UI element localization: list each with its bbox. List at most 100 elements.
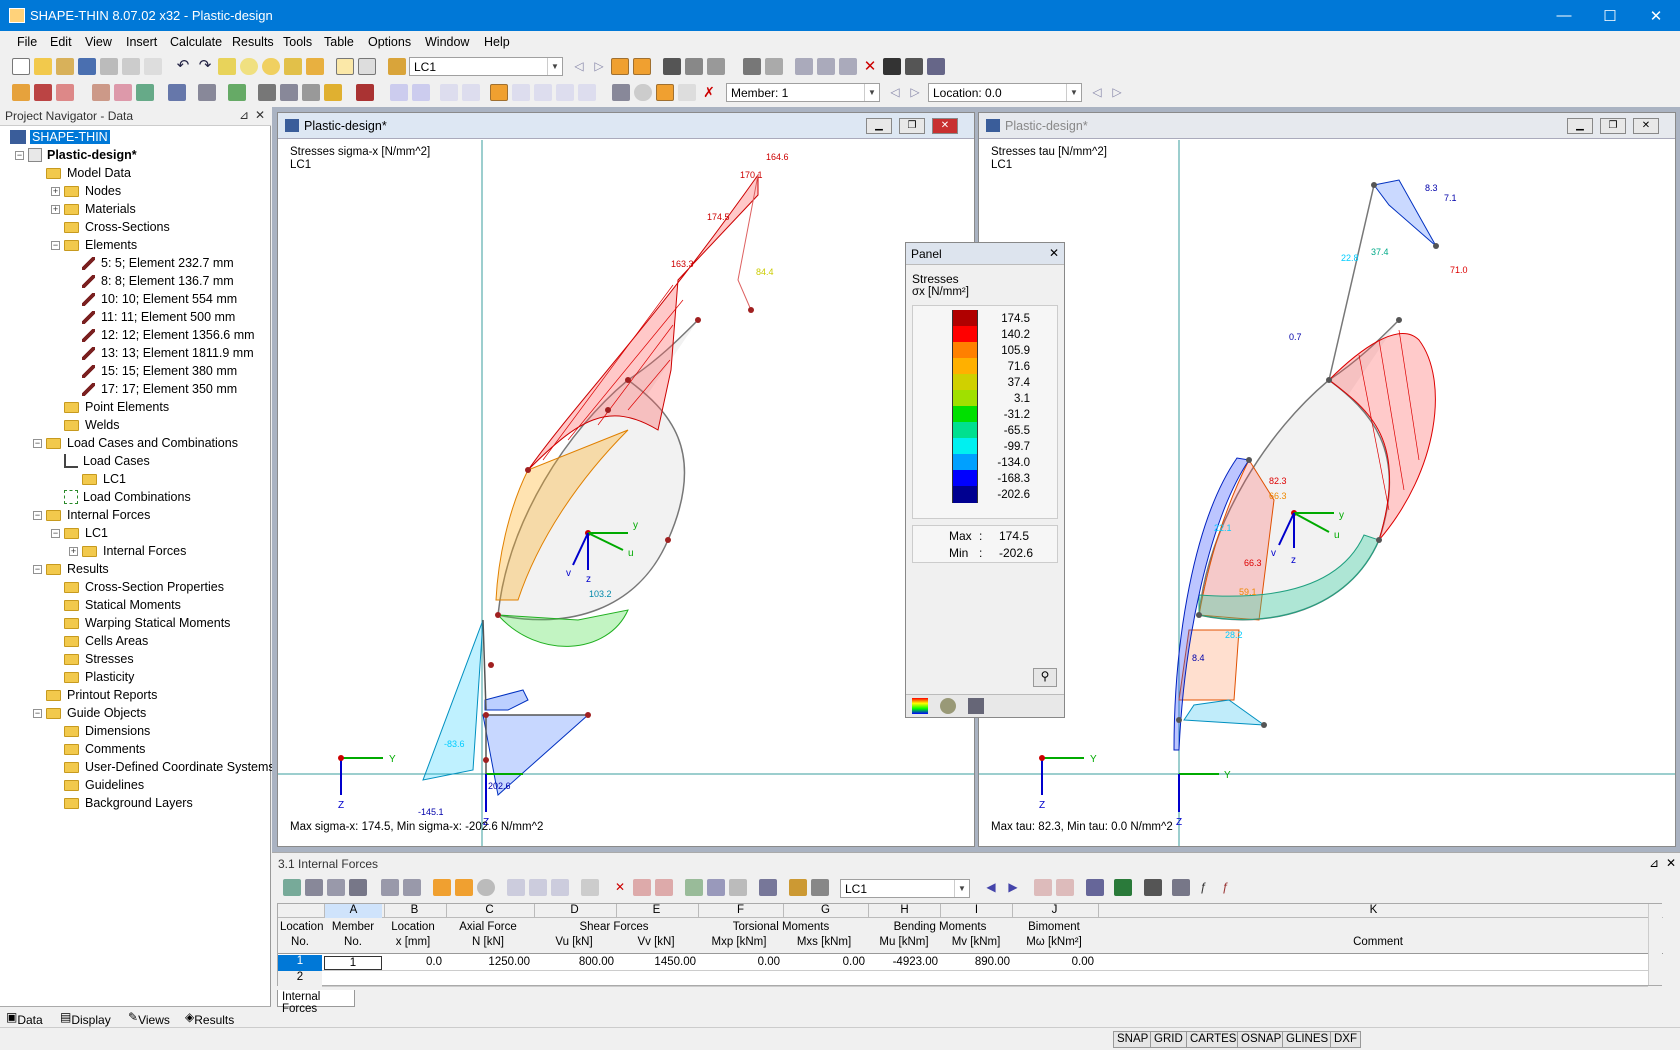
tab-results[interactable]: ◈ Results <box>185 1010 234 1027</box>
settings-icon[interactable] <box>927 58 945 75</box>
cell-member[interactable]: 1 <box>324 956 382 970</box>
expand-toggle-icon[interactable]: − <box>15 151 24 160</box>
filter-tab-icon[interactable] <box>968 698 984 714</box>
edit-icon[interactable] <box>218 58 236 75</box>
tab-data[interactable]: ▣ Data <box>6 1010 43 1027</box>
close-button[interactable]: ✕ <box>1633 0 1679 31</box>
tree-item[interactable]: Internal Forces <box>82 542 186 560</box>
menu-window[interactable]: Window <box>425 35 469 49</box>
expand-toggle-icon[interactable]: − <box>33 565 42 574</box>
tree-item[interactable]: Results <box>46 560 109 578</box>
qv-icon[interactable] <box>412 84 430 101</box>
table-tool-icon[interactable] <box>1056 879 1074 896</box>
table-tool-icon[interactable] <box>1086 879 1104 896</box>
cell-mv[interactable]: 890.00 <box>940 956 1010 968</box>
tree-item[interactable]: 13: 13; Element 1811.9 mm <box>82 344 254 362</box>
zoom-all-icon[interactable] <box>306 58 324 75</box>
colors-tab-icon[interactable] <box>912 698 928 714</box>
tree-item[interactable]: Printout Reports <box>46 686 157 704</box>
view-close-button[interactable]: ✕ <box>932 118 958 134</box>
column-letter[interactable]: G <box>783 904 867 918</box>
next-location-icon[interactable]: ▷ <box>1108 84 1126 101</box>
tree-item[interactable]: Internal Forces <box>46 506 150 524</box>
factors-tab-icon[interactable] <box>940 698 956 714</box>
table-prev-icon[interactable]: ◀ <box>982 879 1000 896</box>
tree-item[interactable]: 17: 17; Element 350 mm <box>82 380 237 398</box>
cell-vu[interactable]: 800.00 <box>534 956 614 968</box>
circle-icon[interactable] <box>634 84 652 101</box>
tree-item[interactable]: Nodes <box>64 182 121 200</box>
plastic-icon[interactable] <box>578 84 596 101</box>
snap-toggle[interactable]: SNAP <box>1113 1031 1153 1048</box>
expand-toggle-icon[interactable]: + <box>51 205 60 214</box>
menu-file[interactable]: File <box>17 35 37 49</box>
expand-toggle-icon[interactable]: − <box>33 511 42 520</box>
comment-icon[interactable] <box>198 84 216 101</box>
show-values-icon[interactable] <box>633 58 651 75</box>
tree-project[interactable]: Plastic-design* <box>28 146 137 164</box>
table-tool-icon[interactable] <box>327 879 345 896</box>
tree-item[interactable]: Statical Moments <box>64 596 181 614</box>
tree-item[interactable]: LC1 <box>82 470 126 488</box>
table-tool-icon[interactable] <box>507 879 525 896</box>
snap-icon[interactable] <box>765 58 783 75</box>
tree-item[interactable]: Stresses <box>64 650 134 668</box>
expand-toggle-icon[interactable]: + <box>69 547 78 556</box>
tree-item[interactable]: Elements <box>64 236 137 254</box>
tab-views[interactable]: ✎ Views <box>128 1010 170 1027</box>
calc-all-icon[interactable] <box>302 84 320 101</box>
table-tool-icon[interactable] <box>633 879 651 896</box>
tree-item[interactable]: Load Combinations <box>64 488 191 506</box>
prev-member-icon[interactable]: ◁ <box>886 84 904 101</box>
table-tool-icon[interactable] <box>433 879 451 896</box>
excel-icon[interactable] <box>1114 879 1132 896</box>
tab-internal-forces[interactable]: Internal Forces <box>277 990 355 1015</box>
save-icon[interactable] <box>78 58 96 75</box>
tree-item[interactable]: 15: 15; Element 380 mm <box>82 362 237 380</box>
function-icon[interactable]: ƒ <box>1194 879 1212 896</box>
tree-item[interactable]: 8: 8; Element 136.7 mm <box>82 272 234 290</box>
copy-icon[interactable] <box>144 58 162 75</box>
cell-x[interactable]: 0.0 <box>384 956 442 968</box>
zoom-icon[interactable] <box>240 58 258 75</box>
tree-item[interactable]: 5: 5; Element 232.7 mm <box>82 254 234 272</box>
column-letter[interactable]: J <box>1012 904 1096 918</box>
cs-icon[interactable] <box>324 84 342 101</box>
table-tool-icon[interactable] <box>305 879 323 896</box>
cell-mu[interactable]: -4923.00 <box>868 956 938 968</box>
table-tool-icon[interactable] <box>477 879 495 896</box>
member-select[interactable]: Member: 1 ▼ <box>726 83 880 102</box>
table-tool-icon[interactable] <box>759 879 777 896</box>
table-lc-select[interactable]: LC1 ▼ <box>840 879 970 898</box>
table-pin-icon[interactable]: ⊿ <box>1649 856 1659 870</box>
show-results-icon[interactable] <box>611 58 629 75</box>
column-letter[interactable]: H <box>868 904 940 918</box>
table-icon[interactable] <box>707 58 725 75</box>
minimize-button[interactable]: — <box>1541 0 1587 31</box>
expand-toggle-icon[interactable]: − <box>33 709 42 718</box>
tree-item[interactable]: Welds <box>64 416 120 434</box>
open-template-icon[interactable] <box>56 58 74 75</box>
function-clear-icon[interactable]: ƒ <box>1216 879 1234 896</box>
section-tool-icon[interactable] <box>136 84 154 101</box>
menu-help[interactable]: Help <box>484 35 510 49</box>
view-minimize-button[interactable]: ▁ <box>866 118 892 134</box>
q-icon[interactable] <box>390 84 408 101</box>
table-tool-icon[interactable] <box>1144 879 1162 896</box>
render-icon[interactable] <box>883 58 901 75</box>
row-number[interactable]: 2 <box>278 971 322 987</box>
delete-row-icon[interactable]: ✕ <box>611 879 629 896</box>
table-tool-icon[interactable] <box>1034 879 1052 896</box>
table-tool-icon[interactable] <box>1172 879 1190 896</box>
table-tool-icon[interactable] <box>789 879 807 896</box>
tree-item[interactable]: Cross-Section Properties <box>64 578 224 596</box>
view-icon[interactable] <box>663 58 681 75</box>
load-case-icon[interactable] <box>388 58 406 75</box>
weld-icon[interactable] <box>114 84 132 101</box>
expand-toggle-icon[interactable]: − <box>51 241 60 250</box>
expand-toggle-icon[interactable]: − <box>51 529 60 538</box>
results-icon[interactable] <box>612 84 630 101</box>
cell-mw[interactable]: 0.00 <box>1012 956 1094 968</box>
cell-n[interactable]: 1250.00 <box>446 956 530 968</box>
osnap-toggle[interactable]: OSNAP <box>1237 1031 1286 1048</box>
